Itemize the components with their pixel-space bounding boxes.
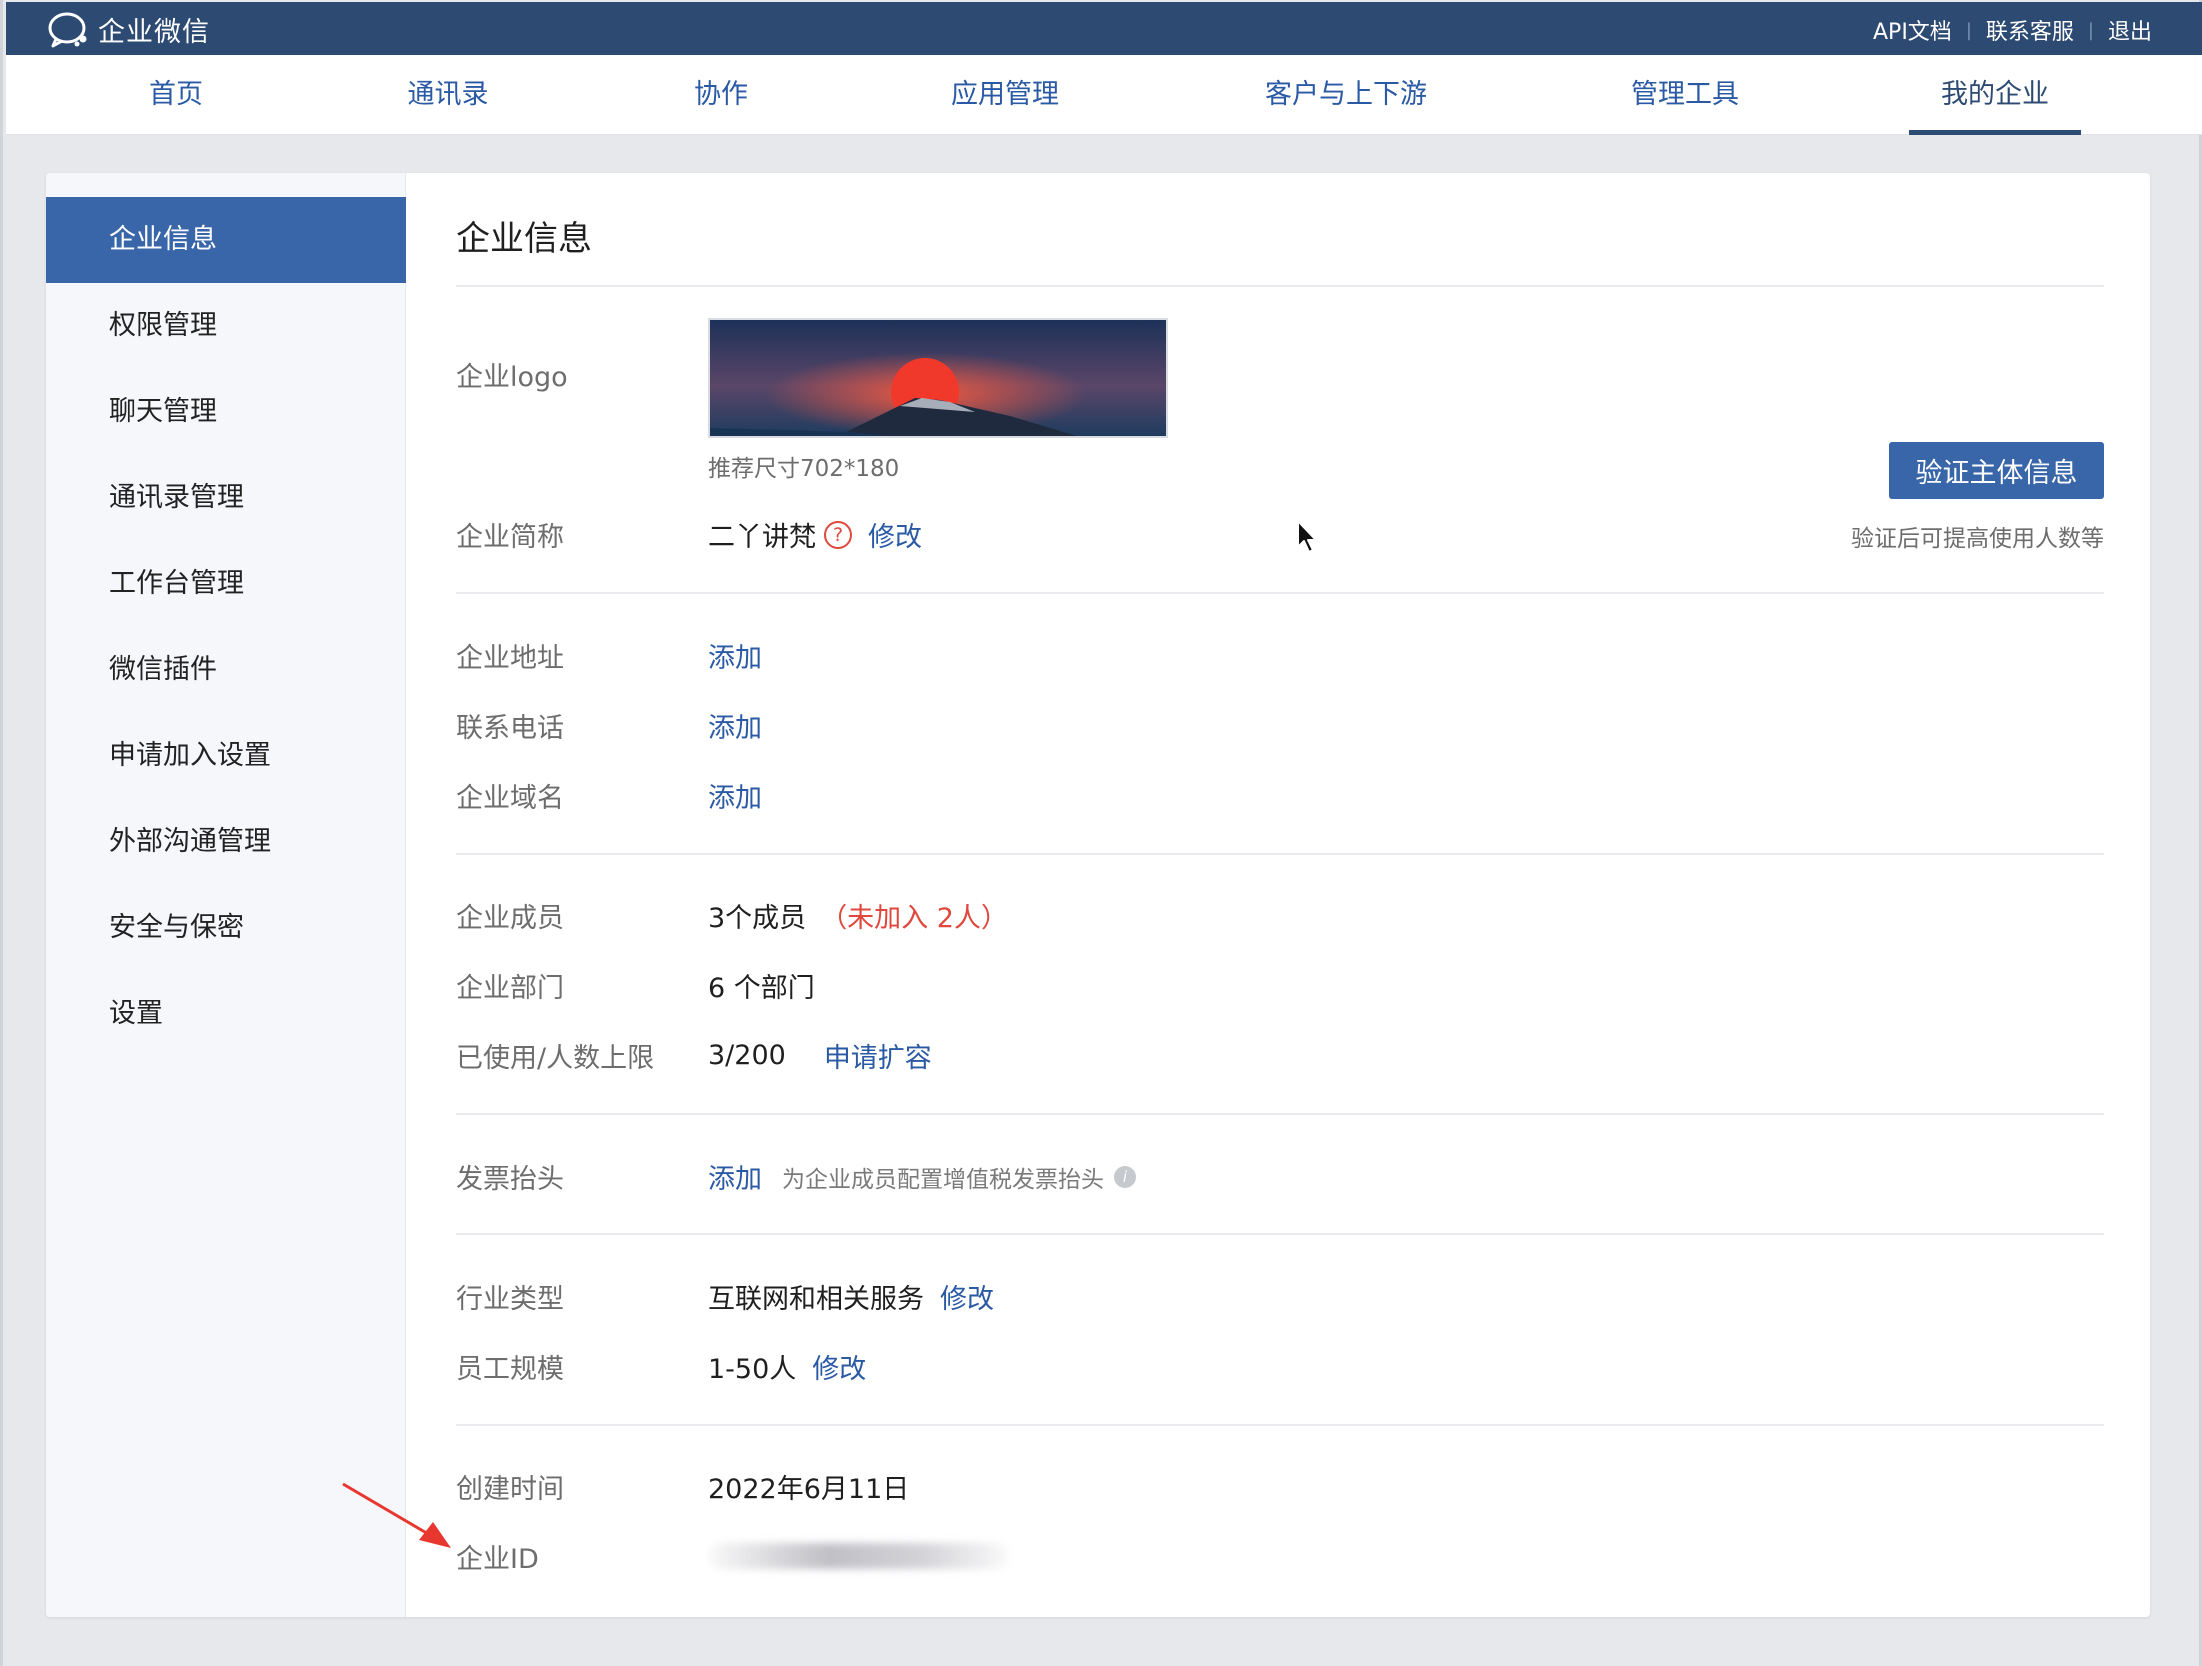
short-name-row: 二丫讲梵 ? 修改 xyxy=(708,515,922,554)
edit-size-link[interactable]: 修改 xyxy=(812,1347,866,1386)
add-invoice-link[interactable]: 添加 xyxy=(708,1157,762,1196)
industry-value: 互联网和相关服务 xyxy=(708,1284,924,1315)
separator: | xyxy=(2087,19,2094,41)
sidebar-item-settings[interactable]: 设置 xyxy=(46,971,406,1057)
nav-item-admin-tools[interactable]: 管理工具 xyxy=(1629,55,1741,135)
corp-id-value-blurred xyxy=(708,1543,1008,1569)
app-title: 企业微信 xyxy=(98,17,210,48)
sidebar-item-security[interactable]: 安全与保密 xyxy=(46,885,406,971)
sidebar-item-contacts[interactable]: 通讯录管理 xyxy=(46,455,406,541)
corp-id-label: 企业ID xyxy=(456,1544,539,1575)
sidebar: 企业信息 权限管理 聊天管理 通讯录管理 工作台管理 微信插件 申请加入设置 外… xyxy=(46,173,406,1617)
top-bar: 企业微信 API文档 | 联系客服 | 退出 xyxy=(6,2,2202,55)
enterprise-logo-image[interactable] xyxy=(708,318,1168,438)
main-nav: 首页 通讯录 协作 应用管理 客户与上下游 管理工具 我的企业 xyxy=(6,55,2202,135)
divider xyxy=(456,285,2104,287)
sidebar-item-join-settings[interactable]: 申请加入设置 xyxy=(46,713,406,799)
edit-industry-link[interactable]: 修改 xyxy=(940,1277,994,1316)
nav-item-customers[interactable]: 客户与上下游 xyxy=(1262,55,1430,135)
nav-item-collaboration[interactable]: 协作 xyxy=(693,55,749,135)
nav-item-contacts[interactable]: 通讯录 xyxy=(406,55,490,135)
main-card: 企业信息 权限管理 聊天管理 通讯录管理 工作台管理 微信插件 申请加入设置 外… xyxy=(46,173,2150,1617)
edit-short-name-link[interactable]: 修改 xyxy=(868,515,922,554)
verify-hint: 验证后可提高使用人数等 xyxy=(1851,526,2104,552)
add-address-link[interactable]: 添加 xyxy=(708,636,762,675)
address-label: 企业地址 xyxy=(456,643,564,674)
divider xyxy=(456,1424,2104,1426)
invoice-label: 发票抬头 xyxy=(456,1164,564,1195)
logo-size-hint: 推荐尺寸702*180 xyxy=(708,456,900,482)
wecom-logo-icon xyxy=(48,12,87,47)
industry-label: 行业类型 xyxy=(456,1284,564,1315)
page-title: 企业信息 xyxy=(456,219,592,259)
quota-label: 已使用/人数上限 xyxy=(456,1043,655,1074)
nav-item-app-management[interactable]: 应用管理 xyxy=(949,55,1061,135)
pending-members-link[interactable]: （未加入 2人） xyxy=(820,896,1008,935)
top-links: API文档 | 联系客服 | 退出 xyxy=(1873,14,2152,46)
separator: | xyxy=(1965,19,1972,41)
brand[interactable]: 企业微信 xyxy=(46,10,210,49)
sidebar-item-enterprise-info[interactable]: 企业信息 xyxy=(46,197,406,283)
mouse-cursor-icon xyxy=(1297,520,1317,553)
members-label: 企业成员 xyxy=(456,903,564,934)
nav-item-my-enterprise[interactable]: 我的企业 xyxy=(1909,55,2081,135)
question-circle-icon[interactable]: ? xyxy=(824,520,852,549)
window-frame: 企业微信 API文档 | 联系客服 | 退出 首页 通讯录 协作 应用管理 客户… xyxy=(0,0,2202,1666)
divider xyxy=(456,853,2104,855)
sidebar-item-chat[interactable]: 聊天管理 xyxy=(46,369,406,455)
departments-value: 6 个部门 xyxy=(708,973,815,1004)
annotation-arrow-icon xyxy=(342,1482,451,1548)
members-value: 3个成员 xyxy=(708,903,807,934)
size-value: 1-50人 xyxy=(708,1354,797,1385)
sidebar-item-external[interactable]: 外部沟通管理 xyxy=(46,799,406,885)
quota-value: 3/200 xyxy=(708,1040,786,1071)
short-name-label: 企业简称 xyxy=(456,522,564,553)
created-value: 2022年6月11日 xyxy=(708,1474,910,1505)
sidebar-item-wechat-plugin[interactable]: 微信插件 xyxy=(46,627,406,713)
divider xyxy=(456,1113,2104,1115)
add-phone-link[interactable]: 添加 xyxy=(708,706,762,745)
logout-link[interactable]: 退出 xyxy=(2108,14,2152,46)
info-icon[interactable]: i xyxy=(1114,1165,1136,1188)
apply-expansion-link[interactable]: 申请扩容 xyxy=(824,1036,932,1075)
logo-label: 企业logo xyxy=(456,362,568,393)
api-docs-link[interactable]: API文档 xyxy=(1873,14,1952,46)
content-area: 企业信息 企业logo 推荐尺寸702*180 验证主体信息 验证后可提高使用人… xyxy=(456,173,2104,1617)
divider xyxy=(456,1233,2104,1235)
nav-item-home[interactable]: 首页 xyxy=(149,55,203,135)
size-label: 员工规模 xyxy=(456,1354,564,1385)
divider xyxy=(456,592,2104,594)
departments-label: 企业部门 xyxy=(456,973,564,1004)
add-domain-link[interactable]: 添加 xyxy=(708,776,762,815)
short-name-value: 二丫讲梵 xyxy=(708,522,816,553)
domain-label: 企业域名 xyxy=(456,783,564,814)
sidebar-item-workbench[interactable]: 工作台管理 xyxy=(46,541,406,627)
phone-label: 联系电话 xyxy=(456,713,564,744)
verify-entity-button[interactable]: 验证主体信息 xyxy=(1889,442,2104,499)
contact-support-link[interactable]: 联系客服 xyxy=(1986,14,2074,46)
created-label: 创建时间 xyxy=(456,1474,564,1505)
invoice-note: 为企业成员配置增值税发票抬头 xyxy=(782,1166,1104,1193)
sidebar-item-permissions[interactable]: 权限管理 xyxy=(46,283,406,369)
